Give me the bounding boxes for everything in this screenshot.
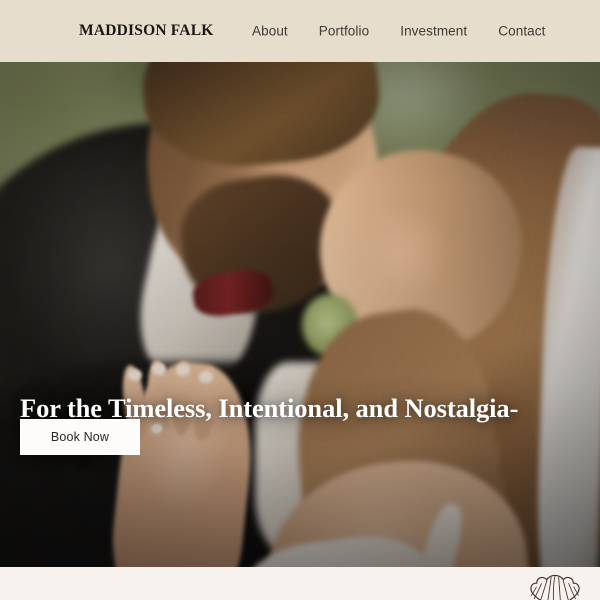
footer-band xyxy=(0,567,600,600)
page-root: MADDISON FALK About Portfolio Investment… xyxy=(0,0,600,600)
photo-vignette xyxy=(0,62,600,567)
main-navigation: About Portfolio Investment Contact xyxy=(252,24,545,39)
brand-logo[interactable]: MADDISON FALK xyxy=(79,22,214,40)
nav-item-about[interactable]: About xyxy=(252,24,288,39)
hero-section: For the Timeless, Intentional, and Nosta… xyxy=(0,62,600,567)
book-now-button[interactable]: Book Now xyxy=(20,419,140,455)
nav-item-portfolio[interactable]: Portfolio xyxy=(319,24,369,39)
nav-item-investment[interactable]: Investment xyxy=(400,24,467,39)
site-header: MADDISON FALK About Portfolio Investment… xyxy=(0,0,600,62)
shell-icon xyxy=(524,572,586,600)
hero-background-photo xyxy=(0,62,600,567)
nav-item-contact[interactable]: Contact xyxy=(498,24,545,39)
